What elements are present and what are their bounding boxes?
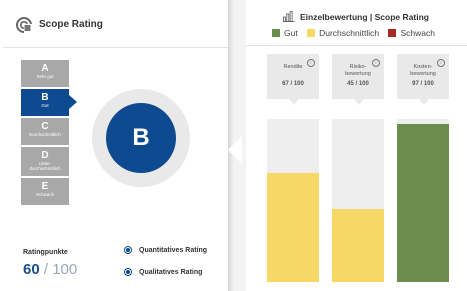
- grade-description: Durchschnittlich: [29, 132, 61, 137]
- grade-description: Sehr gut: [36, 74, 54, 79]
- grade-b[interactable]: B Gut: [21, 89, 77, 116]
- bar-fill-rendite: [267, 172, 319, 282]
- radio-quantitative-label: Quantitatives Rating: [139, 246, 208, 254]
- legend-item-durchschnittlich: Durchschnittlich: [307, 28, 379, 38]
- card-value: 45 / 100: [347, 81, 369, 87]
- grade-scale: A Sehr gut B Gut C Durchschnittlich D Un…: [21, 60, 77, 207]
- panel-pointer: [228, 136, 242, 164]
- grade-a[interactable]: A Sehr gut: [21, 60, 69, 87]
- legend: Gut Durchschnittlich Schwach: [272, 28, 442, 38]
- legend-label: Gut: [284, 28, 298, 38]
- einzelbewertung-panel: Einzelbewertung | Scope Rating Gut Durch…: [246, 0, 467, 291]
- card-rendite[interactable]: i Rendite 67 / 100: [267, 54, 319, 105]
- radio-quantitative-dot[interactable]: [124, 246, 132, 254]
- grade-description: Unter- durchschnittlich: [29, 161, 61, 171]
- card-kostenbewertung[interactable]: i Kosten- bewertung 97 / 100: [397, 54, 449, 105]
- grade-letter: C: [41, 121, 49, 132]
- legend-item-schwach: Schwach: [388, 28, 435, 38]
- radio-qualitative-dot[interactable]: [124, 268, 132, 276]
- ratingpunkte-value: 60 / 100: [23, 261, 77, 278]
- grade-d[interactable]: D Unter- durchschnittlich: [21, 147, 69, 176]
- legend-swatch: [272, 29, 280, 37]
- selected-grade-ring: B: [92, 89, 190, 187]
- grade-description: Schwach: [35, 192, 55, 197]
- bar-fill-risikobewertung: [332, 208, 384, 282]
- legend-swatch: [307, 29, 316, 37]
- bar-track-rendite: [267, 119, 319, 282]
- bar-track-risikobewertung: [332, 119, 384, 282]
- einzelbewertung-title: Einzelbewertung | Scope Rating: [300, 12, 429, 22]
- ratingpunkte-current: 60: [23, 261, 40, 278]
- radio-qualitative[interactable]: Qualitatives Rating: [124, 268, 202, 276]
- bar-chart-icon: [283, 11, 295, 22]
- grade-letter: E: [41, 181, 49, 192]
- ratingpunkte-max: 100: [52, 261, 78, 278]
- grade-letter: D: [41, 150, 49, 161]
- ratingpunkte-label: Ratingpunkte: [23, 249, 68, 256]
- grade-letter: B: [41, 92, 49, 103]
- info-icon[interactable]: i: [437, 59, 445, 67]
- legend-item-gut: Gut: [272, 28, 298, 38]
- radio-quantitative[interactable]: Quantitatives Rating: [124, 246, 207, 254]
- scope-rating-panel: Scope Rating A Sehr gut B Gut C Durchsch…: [3, 3, 228, 288]
- info-icon[interactable]: i: [372, 59, 380, 67]
- einzelbewertung-header: Einzelbewertung | Scope Rating Gut Durch…: [246, 0, 467, 46]
- grade-description: Gut: [41, 103, 49, 108]
- grade-e[interactable]: E Schwach: [21, 178, 69, 205]
- legend-swatch: [388, 29, 397, 37]
- card-value: 67 / 100: [282, 81, 304, 87]
- scope-rating-title: Scope Rating: [39, 19, 103, 30]
- legend-label: Durchschnittlich: [319, 28, 380, 38]
- radio-qualitative-label: Qualitatives Rating: [139, 268, 203, 276]
- bar-fill-kostenbewertung: [397, 123, 449, 282]
- scope-logo-icon: [16, 17, 32, 33]
- scope-rating-header: Scope Rating: [3, 3, 228, 48]
- card-risikobewertung[interactable]: i Risiko- bewertung 45 / 100: [332, 54, 384, 105]
- grade-letter: A: [41, 63, 49, 74]
- card-value: 97 / 100: [412, 81, 434, 87]
- info-icon[interactable]: i: [307, 59, 315, 67]
- ratingpunkte-separator: /: [39, 261, 53, 278]
- grade-c[interactable]: C Durchschnittlich: [21, 118, 69, 145]
- bar-track-kostenbewertung: [397, 119, 449, 282]
- legend-label: Schwach: [400, 28, 435, 38]
- selected-grade-badge: B: [106, 103, 176, 173]
